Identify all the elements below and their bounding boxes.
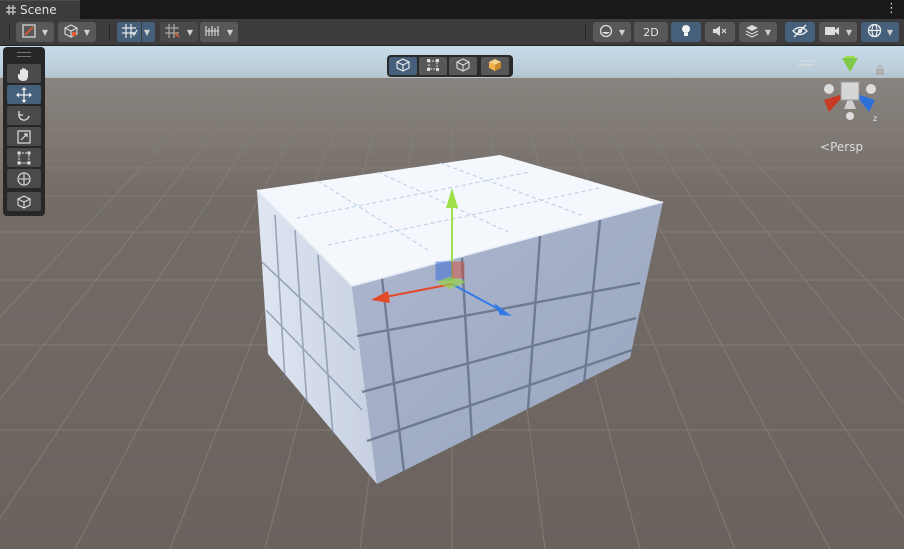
transform-icon bbox=[16, 171, 32, 187]
custom-tool-icon bbox=[16, 194, 32, 210]
chevron-down-icon: ▼ bbox=[143, 27, 151, 37]
wireframe-toggle[interactable] bbox=[389, 57, 417, 75]
scene-render bbox=[0, 46, 904, 549]
increment-snap-icon bbox=[164, 23, 181, 41]
bounds-icon bbox=[426, 57, 440, 76]
custom-tool[interactable] bbox=[7, 192, 41, 211]
lighting-toggle[interactable] bbox=[671, 22, 701, 42]
layers-icon bbox=[745, 24, 759, 41]
toolbar-separator bbox=[9, 24, 10, 40]
rect-transform-icon bbox=[16, 150, 32, 166]
cube-icon bbox=[456, 57, 470, 76]
grid-snap-icon bbox=[121, 23, 138, 41]
globe-icon bbox=[599, 24, 613, 41]
move-tool[interactable] bbox=[7, 85, 41, 104]
chevron-down-icon: ▼ bbox=[226, 27, 234, 37]
ruler-icon bbox=[205, 24, 221, 41]
eye-hidden-icon bbox=[792, 24, 808, 41]
toggle-2d-button[interactable]: 2D bbox=[634, 22, 668, 42]
rotate-tool[interactable] bbox=[7, 106, 41, 125]
draw-mode-globe-dropdown[interactable]: ▼ bbox=[593, 22, 631, 42]
tools-overlay bbox=[3, 47, 45, 216]
chevron-down-icon: ▼ bbox=[618, 27, 626, 37]
scale-tool[interactable] bbox=[7, 127, 41, 146]
camera-dropdown[interactable]: ▼ bbox=[819, 22, 857, 42]
camera-icon bbox=[824, 25, 840, 40]
chevron-down-icon: ▼ bbox=[83, 27, 91, 37]
chevron-down-icon: ▼ bbox=[886, 27, 894, 37]
split-divider bbox=[141, 22, 142, 42]
chevron-down-icon: ▼ bbox=[186, 27, 194, 37]
solid-cube-toggle[interactable] bbox=[481, 57, 509, 75]
speaker-muted-icon bbox=[712, 24, 728, 41]
toolbar-separator bbox=[109, 24, 110, 40]
more-options-icon[interactable]: ⋮ bbox=[885, 2, 898, 16]
move-arrows-icon bbox=[16, 86, 32, 103]
view-options-overlay bbox=[387, 55, 513, 77]
shading-mode-dropdown[interactable]: ▼ bbox=[58, 22, 96, 42]
scale-icon bbox=[16, 129, 32, 145]
toggle-2d-label: 2D bbox=[643, 25, 659, 39]
grid-snap-toggle[interactable]: ▼ bbox=[117, 22, 155, 42]
chevron-down-icon: ▼ bbox=[845, 27, 853, 37]
effects-dropdown[interactable]: ▼ bbox=[739, 22, 777, 42]
gizmo-menu-icon[interactable] bbox=[797, 52, 815, 71]
transform-tool[interactable] bbox=[7, 169, 41, 188]
grid-icon bbox=[6, 5, 16, 15]
ruler-dropdown[interactable]: ▼ bbox=[200, 22, 238, 42]
cube-outline-icon bbox=[396, 57, 410, 76]
chevron-down-icon: ▼ bbox=[41, 27, 49, 37]
scene-toolbar: ▼ ▼ ▼ ▼ ▼ ▼ 2D ▼ ▼ ▼ bbox=[0, 19, 904, 46]
tab-title: Scene bbox=[20, 3, 57, 17]
camera-mode-label[interactable]: <Persp bbox=[820, 140, 863, 154]
gizmo-globe-icon bbox=[867, 23, 882, 41]
draw-mode-dropdown[interactable]: ▼ bbox=[16, 22, 54, 42]
orientation-gizmo[interactable]: x z bbox=[815, 56, 885, 126]
rotate-icon bbox=[16, 108, 32, 124]
cube-icon bbox=[64, 23, 78, 41]
audio-toggle[interactable] bbox=[705, 22, 735, 42]
gizmo-z-label: z bbox=[873, 114, 877, 123]
lightbulb-icon bbox=[680, 24, 692, 41]
drag-handle-icon[interactable] bbox=[17, 52, 31, 57]
persp-icon: < bbox=[820, 140, 831, 154]
persp-text: Persp bbox=[830, 140, 864, 154]
tab-bar: Scene ⋮ bbox=[0, 0, 904, 19]
increment-snap-dropdown[interactable]: ▼ bbox=[160, 22, 198, 42]
hidden-objects-toggle[interactable] bbox=[785, 22, 815, 42]
scene-viewport[interactable] bbox=[0, 46, 904, 549]
toolbar-separator bbox=[585, 24, 586, 40]
hand-tool[interactable] bbox=[7, 64, 41, 83]
gizmos-dropdown[interactable]: ▼ bbox=[861, 22, 899, 42]
solid-cube-icon bbox=[488, 57, 502, 76]
hand-icon bbox=[16, 66, 32, 82]
bounds-toggle[interactable] bbox=[419, 57, 447, 75]
shaded-cube-toggle[interactable] bbox=[449, 57, 477, 75]
chevron-down-icon: ▼ bbox=[764, 27, 772, 37]
draw-mode-icon bbox=[22, 23, 36, 41]
rect-tool[interactable] bbox=[7, 148, 41, 167]
tab-scene[interactable]: Scene bbox=[0, 0, 80, 19]
